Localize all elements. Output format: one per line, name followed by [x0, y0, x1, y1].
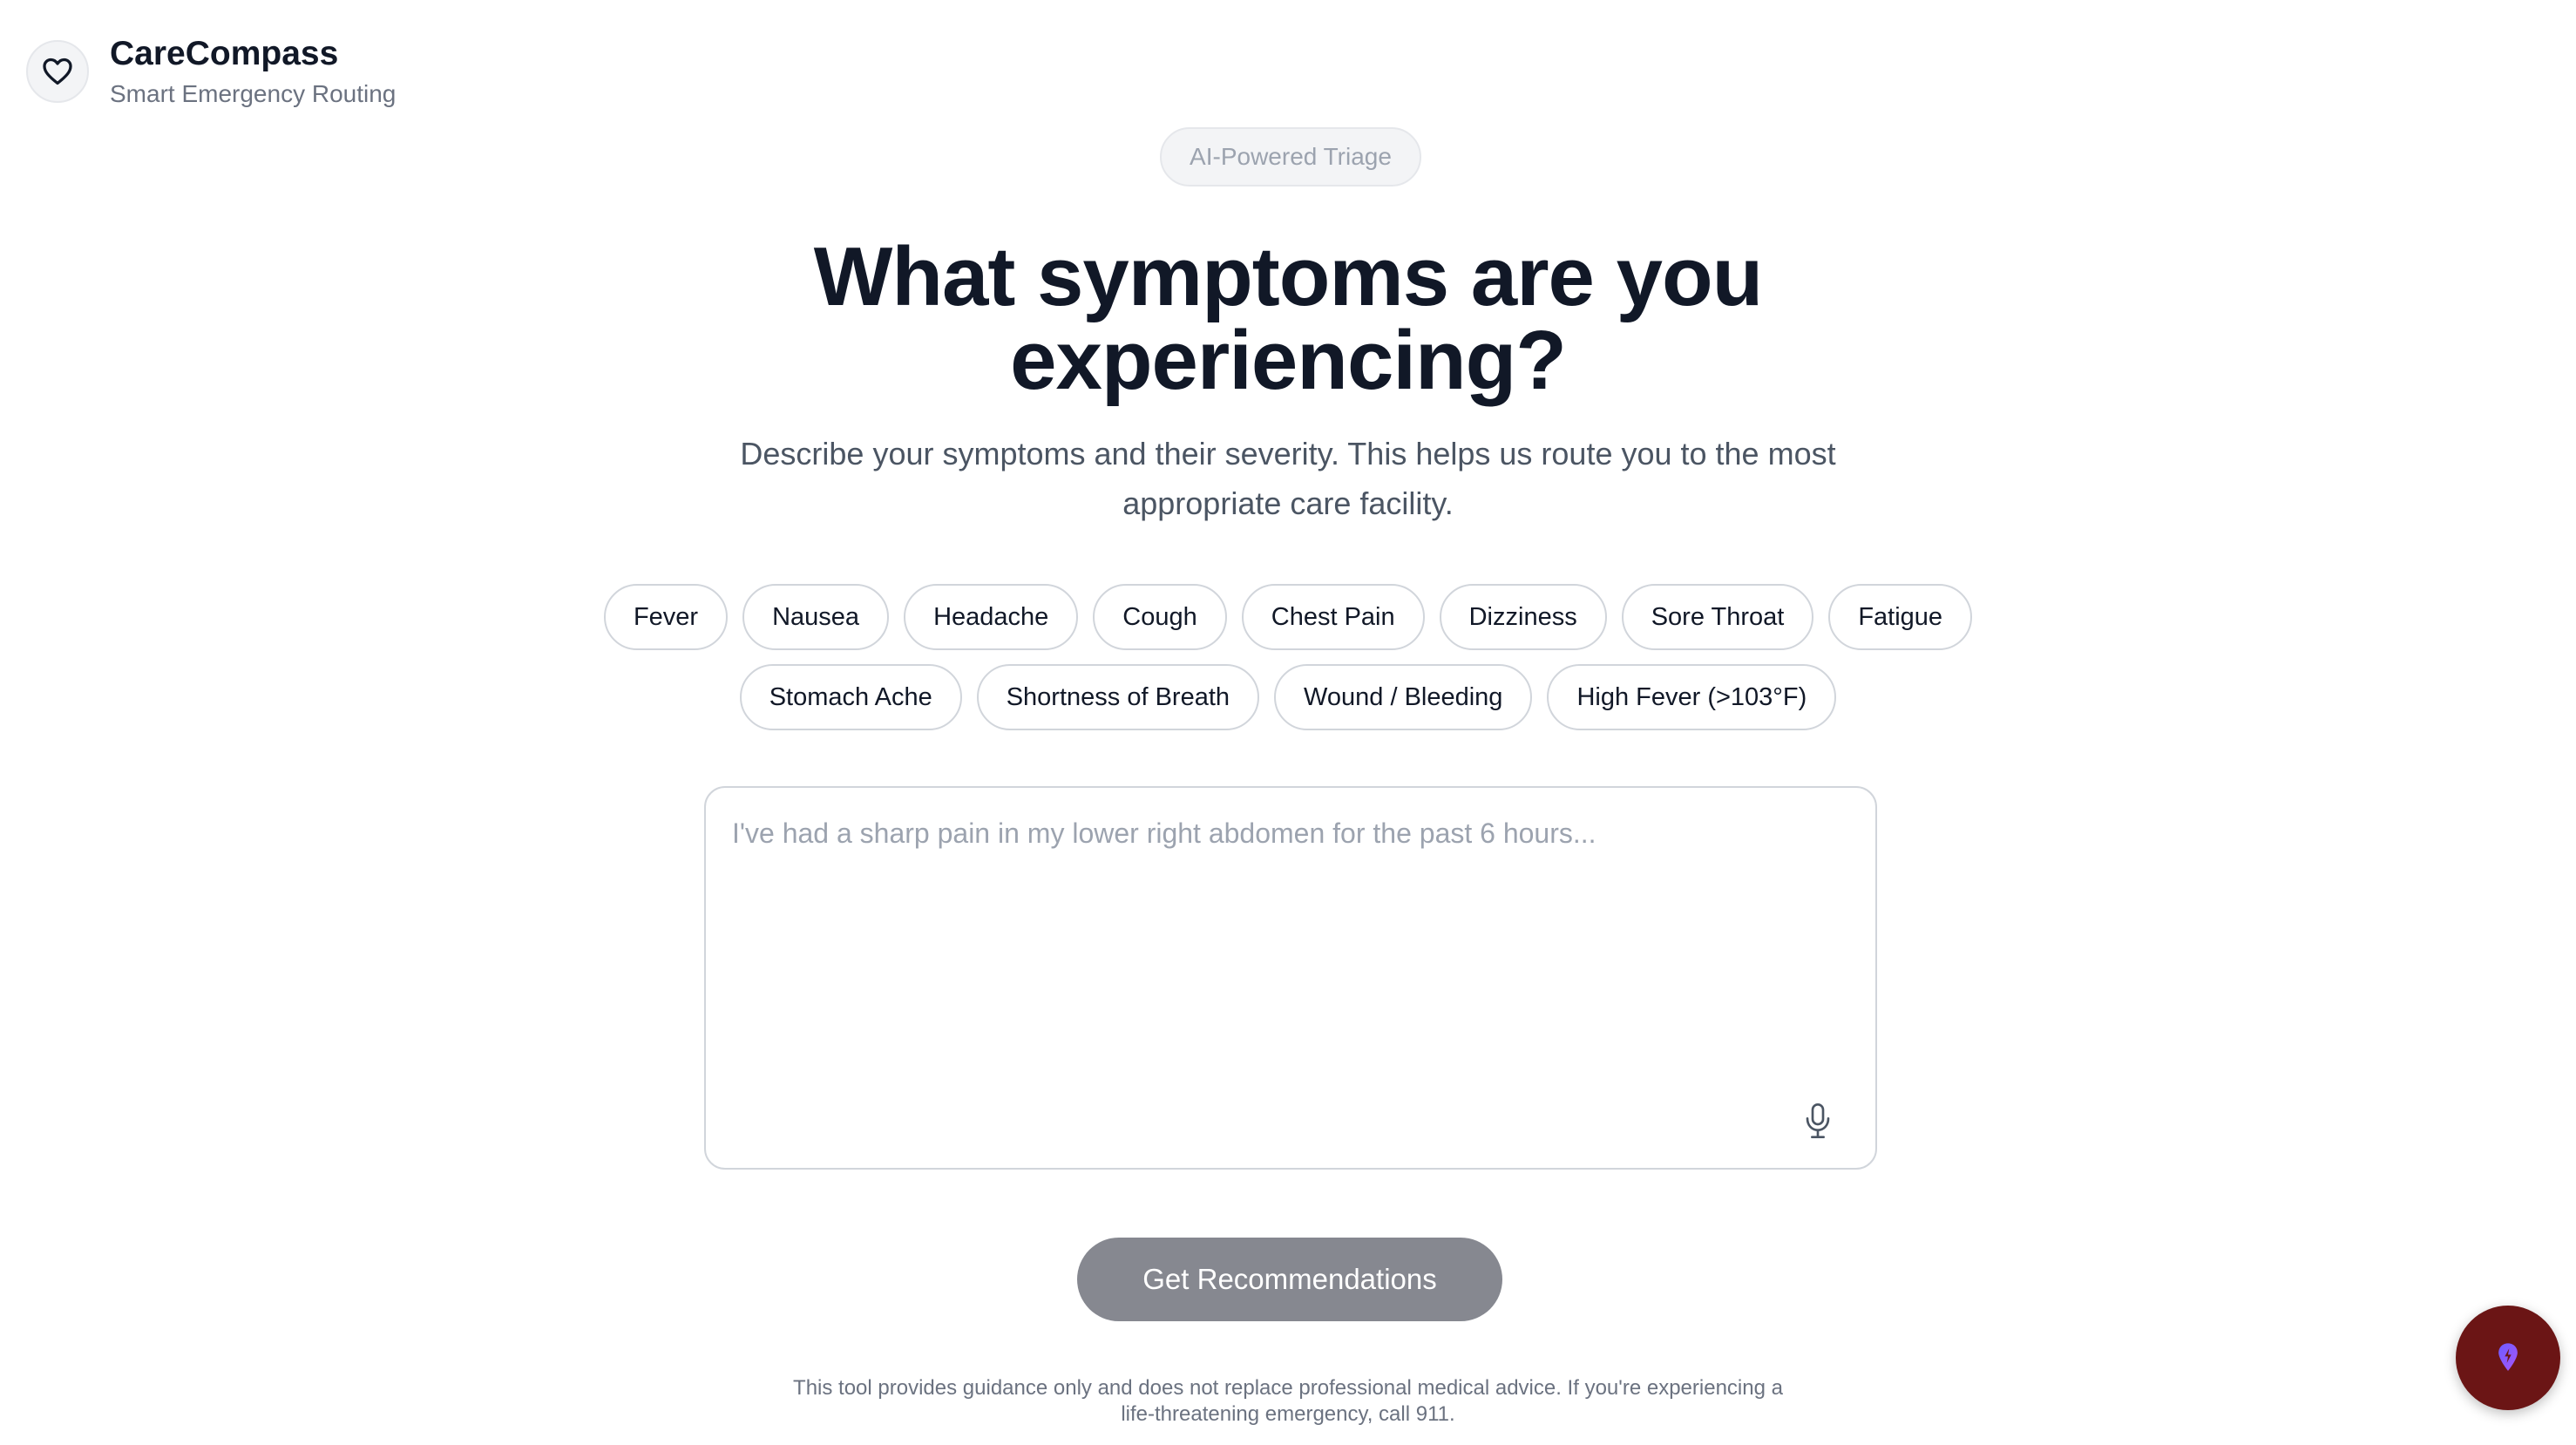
assistant-fab-button[interactable] [2456, 1306, 2560, 1410]
symptom-chip-stomach-ache[interactable]: Stomach Ache [739, 664, 962, 730]
assistant-icon [2498, 1343, 2518, 1371]
ai-triage-badge: AI-Powered Triage [1160, 127, 1421, 187]
symptom-description-input[interactable] [732, 814, 1847, 1110]
get-recommendations-button[interactable]: Get Recommendations [1077, 1238, 1502, 1321]
brand-subtitle: Smart Emergency Routing [110, 80, 397, 107]
symptom-chip-nausea[interactable]: Nausea [742, 584, 890, 650]
symptom-chip-high-fever[interactable]: High Fever (>103°F) [1547, 664, 1837, 730]
symptom-chip-cough[interactable]: Cough [1093, 584, 1227, 650]
brand: CareCompass Smart Emergency Routing [26, 31, 396, 112]
symptom-chip-sore-throat[interactable]: Sore Throat [1621, 584, 1814, 650]
medical-disclaimer: This tool provides guidance only and doe… [774, 1375, 1802, 1428]
page-title-line1: What symptoms are you [813, 230, 1764, 323]
heart-icon[interactable] [26, 40, 89, 103]
page-title-line2: experiencing? [1010, 314, 1567, 407]
brand-text: CareCompass Smart Emergency Routing [110, 31, 396, 112]
symptom-input-box [704, 786, 1877, 1170]
microphone-icon[interactable] [1799, 1098, 1837, 1143]
page-title: What symptoms are you experiencing? [0, 235, 2576, 403]
symptom-chip-chest-pain[interactable]: Chest Pain [1241, 584, 1425, 650]
symptom-chip-dizziness[interactable]: Dizziness [1439, 584, 1607, 650]
symptom-chip-headache[interactable]: Headache [904, 584, 1079, 650]
page: CareCompass Smart Emergency Routing AI-P… [0, 0, 2576, 1445]
symptom-chip-shortness-of-breath[interactable]: Shortness of Breath [976, 664, 1260, 730]
disclaimer-line2: life-threatening emergency, call 911. [1121, 1402, 1455, 1426]
symptom-chips-row-2: Stomach Ache Shortness of Breath Wound /… [0, 664, 2576, 730]
symptom-chips-row-1: Fever Nausea Headache Cough Chest Pain D… [0, 584, 2576, 650]
page-description: Describe your symptoms and their severit… [740, 436, 1836, 521]
disclaimer-line1: This tool provides guidance only and doe… [793, 1376, 1783, 1400]
brand-title: CareCompass [110, 35, 339, 72]
symptom-chip-fever[interactable]: Fever [603, 584, 729, 650]
symptom-chip-wound-bleeding[interactable]: Wound / Bleeding [1274, 664, 1533, 730]
symptom-chip-fatigue[interactable]: Fatigue [1828, 584, 1973, 650]
